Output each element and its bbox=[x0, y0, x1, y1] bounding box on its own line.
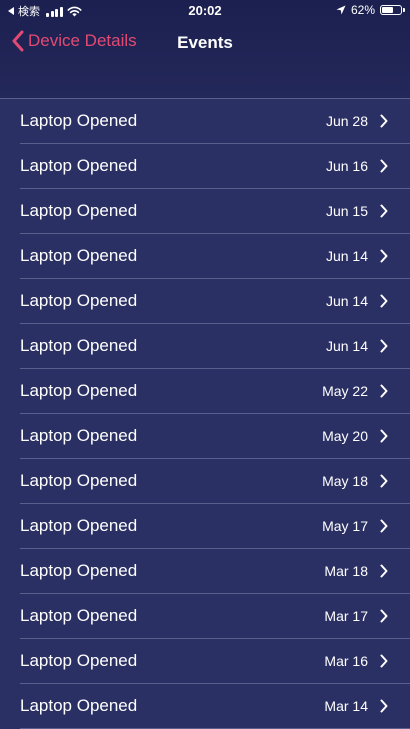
event-date: Jun 16 bbox=[325, 158, 368, 174]
event-title: Laptop Opened bbox=[20, 291, 138, 310]
event-row[interactable]: Laptop Opened Jun 14 bbox=[20, 279, 410, 324]
event-row[interactable]: Laptop Opened May 22 bbox=[20, 369, 410, 414]
chevron-right-icon bbox=[380, 204, 388, 218]
event-date: May 22 bbox=[322, 383, 368, 399]
event-title: Laptop Opened bbox=[20, 246, 138, 265]
chevron-right-icon bbox=[380, 114, 388, 128]
event-title: Laptop Opened bbox=[20, 471, 138, 490]
chevron-right-icon bbox=[380, 699, 388, 713]
event-title: Laptop Opened bbox=[20, 696, 138, 715]
event-title: Laptop Opened bbox=[20, 516, 138, 535]
event-date: Jun 14 bbox=[325, 338, 368, 354]
location-arrow-icon bbox=[336, 5, 346, 15]
event-row[interactable]: Laptop Opened Jun 16 bbox=[20, 144, 410, 189]
event-title: Laptop Opened bbox=[20, 336, 138, 355]
event-date: Mar 16 bbox=[324, 653, 368, 669]
event-title: Laptop Opened bbox=[20, 156, 138, 175]
chevron-right-icon bbox=[380, 654, 388, 668]
chevron-right-icon bbox=[380, 294, 388, 308]
chevron-right-icon bbox=[380, 519, 388, 533]
chevron-right-icon bbox=[380, 384, 388, 398]
event-date: Jun 14 bbox=[325, 248, 368, 264]
event-row[interactable]: Laptop Opened Mar 17 bbox=[20, 594, 410, 639]
chevron-right-icon bbox=[380, 249, 388, 263]
page-title: Events bbox=[177, 33, 233, 52]
navigation-bar: Device Details Events bbox=[0, 22, 410, 66]
status-bar-right: 62% bbox=[336, 3, 405, 17]
event-row[interactable]: Laptop Opened Jun 14 bbox=[20, 234, 410, 279]
top-area: 検索 20:02 62% Device Details Events bbox=[0, 0, 410, 98]
chevron-right-icon bbox=[380, 429, 388, 443]
event-row[interactable]: Laptop Opened May 18 bbox=[20, 459, 410, 504]
event-row[interactable]: Laptop Opened Mar 16 bbox=[20, 639, 410, 684]
event-row[interactable]: Laptop Opened May 20 bbox=[20, 414, 410, 459]
chevron-right-icon bbox=[380, 609, 388, 623]
battery-percent: 62% bbox=[350, 3, 375, 17]
event-date: Mar 17 bbox=[324, 608, 368, 624]
event-date: Jun 28 bbox=[325, 113, 368, 129]
event-row[interactable]: Laptop Opened Jun 15 bbox=[20, 189, 410, 234]
chevron-right-icon bbox=[380, 339, 388, 353]
chevron-right-icon bbox=[380, 564, 388, 578]
event-title: Laptop Opened bbox=[20, 381, 138, 400]
event-title: Laptop Opened bbox=[20, 606, 138, 625]
event-date: Jun 14 bbox=[325, 293, 368, 309]
event-date: Mar 14 bbox=[324, 698, 368, 714]
event-date: May 18 bbox=[322, 473, 368, 489]
battery-level bbox=[382, 7, 394, 13]
event-row[interactable]: Laptop Opened May 17 bbox=[20, 504, 410, 549]
event-title: Laptop Opened bbox=[20, 111, 138, 130]
event-title: Laptop Opened bbox=[20, 426, 138, 445]
battery-icon bbox=[380, 5, 405, 15]
event-date: May 17 bbox=[322, 518, 368, 534]
event-date: Mar 18 bbox=[324, 563, 368, 579]
event-row[interactable]: Laptop Opened Jun 28 bbox=[20, 99, 410, 144]
event-date: May 20 bbox=[322, 428, 368, 444]
events-list: Laptop Opened Jun 28 Laptop Opened Jun 16 La… bbox=[0, 98, 410, 729]
event-row[interactable]: Laptop Opened Mar 14 bbox=[20, 684, 410, 729]
chevron-right-icon bbox=[380, 159, 388, 173]
event-title: Laptop Opened bbox=[20, 201, 138, 220]
event-title: Laptop Opened bbox=[20, 651, 138, 670]
event-date: Jun 15 bbox=[325, 203, 368, 219]
event-row[interactable]: Laptop Opened Jun 14 bbox=[20, 324, 410, 369]
status-bar: 検索 20:02 62% bbox=[0, 0, 410, 22]
event-row[interactable]: Laptop Opened Mar 18 bbox=[20, 549, 410, 594]
chevron-right-icon bbox=[380, 474, 388, 488]
event-title: Laptop Opened bbox=[20, 561, 138, 580]
